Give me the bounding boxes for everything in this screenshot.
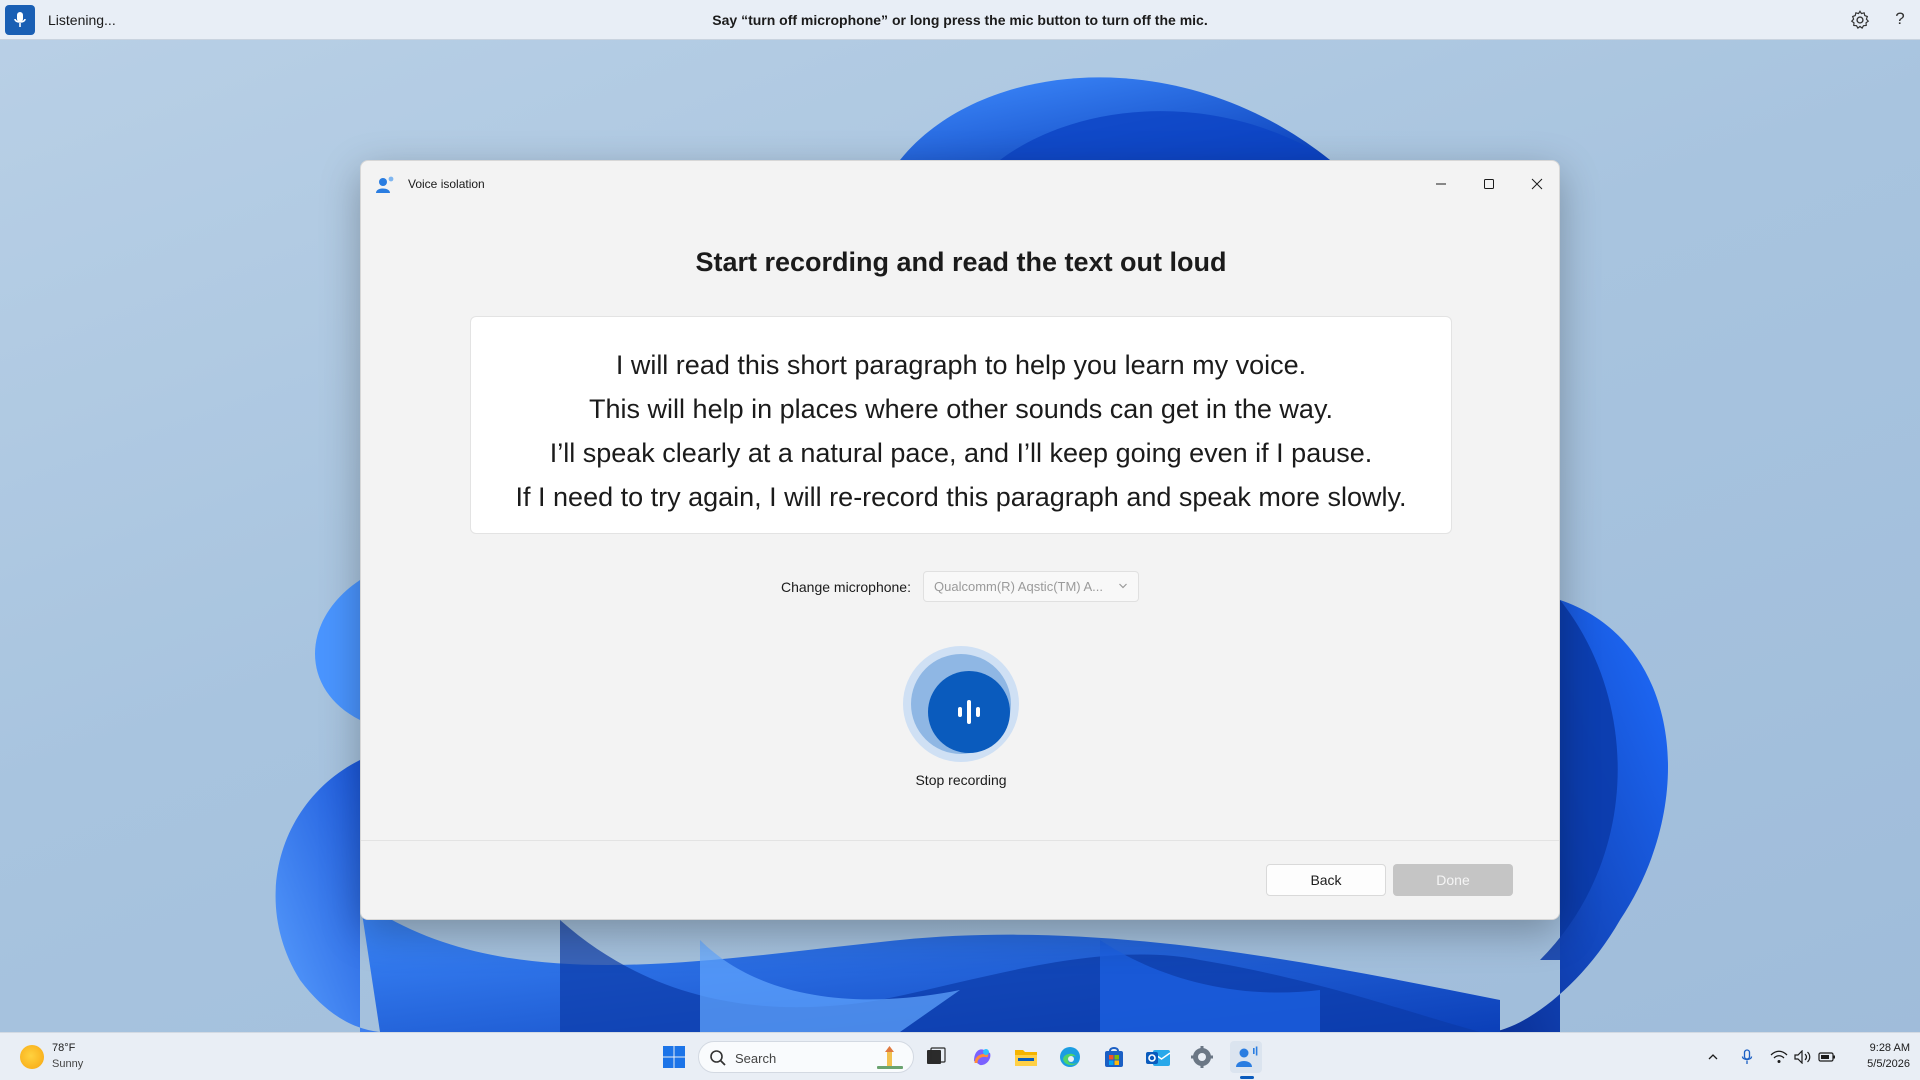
clock-date: 5/5/2026	[1867, 1058, 1910, 1070]
taskbar: 78°F Sunny Search 9:28 AM 5/5/2026	[0, 1032, 1920, 1080]
window-title: Voice isolation	[408, 177, 485, 191]
store-icon	[1105, 1047, 1123, 1067]
search-icon	[710, 1050, 726, 1066]
settings-button[interactable]	[1186, 1041, 1218, 1073]
dialog-footer: Back Done	[361, 840, 1559, 919]
stop-recording-label: Stop recording	[915, 772, 1007, 788]
search-highlight-icon	[877, 1046, 903, 1069]
change-microphone-label: Change microphone:	[781, 579, 911, 595]
folder-icon	[1015, 1050, 1037, 1066]
tray-battery[interactable]	[1817, 1047, 1837, 1067]
record-button-ring	[911, 654, 1011, 754]
reading-text-card: I will read this short paragraph to help…	[470, 316, 1452, 534]
volume-icon	[1794, 1050, 1811, 1064]
outlook-icon	[1146, 1050, 1171, 1066]
sun-icon	[20, 1045, 44, 1069]
reading-line: I’ll speak clearly at a natural pace, an…	[549, 438, 1373, 468]
taskbar-search[interactable]: Search	[698, 1041, 914, 1073]
page-title: Start recording and read the text out lo…	[695, 247, 1227, 277]
voice-access-taskbar-button[interactable]	[1230, 1041, 1262, 1073]
voice-isolation-icon	[376, 176, 394, 193]
microphone-dropdown[interactable]: Qualcomm(R) Aqstic(TM) A...	[923, 571, 1139, 602]
outlook-button[interactable]	[1142, 1041, 1174, 1073]
copilot-button[interactable]	[966, 1041, 998, 1073]
search-placeholder: Search	[735, 1051, 777, 1066]
voice-hint: Say “turn off microphone” or long press …	[712, 12, 1208, 28]
voice-access-bar: Listening... Say “turn off microphone” o…	[0, 0, 1920, 40]
record-button-halo	[903, 646, 1019, 762]
tray-network[interactable]	[1769, 1047, 1789, 1067]
voice-isolation-window: Voice isolation Start recording and read…	[360, 160, 1560, 920]
chevron-up-icon	[1708, 1054, 1718, 1060]
maximize-icon	[1484, 179, 1494, 189]
tray-volume[interactable]	[1793, 1047, 1813, 1067]
microphone-icon	[1741, 1049, 1753, 1064]
microphone-row: Change microphone: Qualcomm(R) Aqstic(TM…	[361, 571, 1559, 603]
gear-icon[interactable]	[1849, 9, 1871, 31]
tray-microphone[interactable]	[1737, 1047, 1757, 1067]
maximize-button[interactable]	[1465, 161, 1513, 207]
settings-gear-icon	[1191, 1046, 1213, 1068]
audio-waveform-icon	[958, 700, 980, 724]
minimize-button[interactable]	[1417, 161, 1465, 207]
reading-line: If I need to try again, I will re-record…	[515, 482, 1407, 512]
active-app-indicator	[1240, 1076, 1254, 1079]
store-button[interactable]	[1098, 1041, 1130, 1073]
edge-button[interactable]	[1054, 1041, 1086, 1073]
start-button[interactable]	[658, 1041, 690, 1073]
title-bar: Voice isolation	[361, 161, 1559, 207]
back-button[interactable]: Back	[1266, 864, 1386, 896]
reading-line: This will help in places where other sou…	[589, 394, 1333, 424]
minimize-icon	[1436, 183, 1446, 185]
weather-temperature: 78°F	[52, 1042, 76, 1054]
clock-time: 9:28 AM	[1869, 1042, 1910, 1054]
windows-logo-icon	[663, 1046, 685, 1068]
stop-recording-button[interactable]	[928, 671, 1010, 753]
weather-condition: Sunny	[52, 1058, 84, 1070]
show-hidden-icons-button[interactable]	[1703, 1047, 1723, 1067]
file-explorer-button[interactable]	[1010, 1041, 1042, 1073]
reading-line: I will read this short paragraph to help…	[615, 350, 1307, 380]
help-button[interactable]: ?	[1890, 9, 1910, 29]
close-icon	[1531, 178, 1543, 190]
close-button[interactable]	[1513, 161, 1559, 207]
battery-icon	[1818, 1052, 1835, 1062]
selected-microphone: Qualcomm(R) Aqstic(TM) A...	[934, 579, 1104, 594]
copilot-icon	[974, 1049, 991, 1066]
task-view-button[interactable]	[920, 1041, 952, 1073]
voice-access-icon	[1236, 1046, 1258, 1067]
edge-browser-icon	[1060, 1047, 1080, 1067]
task-view-icon	[927, 1047, 946, 1064]
wifi-icon	[1770, 1050, 1788, 1063]
chevron-down-icon	[1119, 583, 1127, 589]
done-button[interactable]: Done	[1393, 864, 1513, 896]
